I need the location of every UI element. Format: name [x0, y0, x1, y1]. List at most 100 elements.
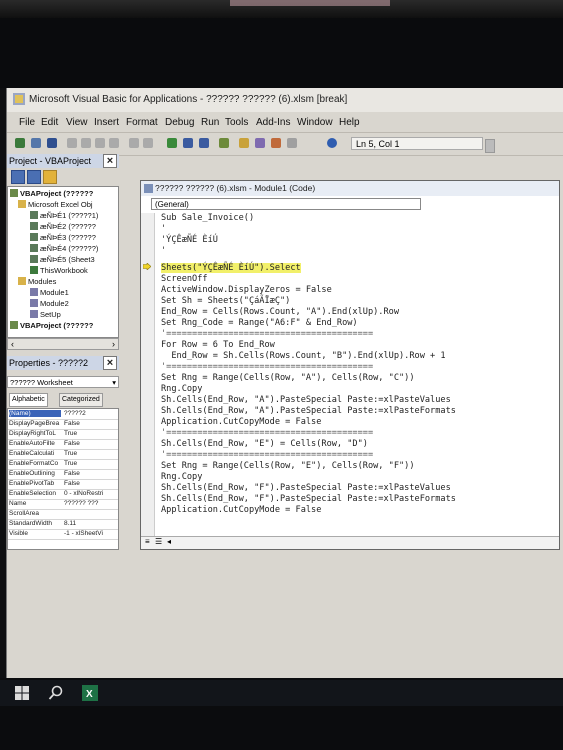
window-title: Microsoft Visual Basic for Applications … [29, 94, 348, 105]
tab-categorized[interactable]: Categorized [59, 393, 103, 407]
toggle-folders-icon[interactable] [43, 170, 57, 184]
properties-grid: (Name) ?????2 DisplayPageBrea False Displa… [7, 408, 119, 550]
standard-toolbar: Ln 5, Col 1 [7, 132, 563, 156]
code-line: Sh.Cells(End_Row, "F").PasteSpecial Past… [161, 494, 456, 504]
view-code-icon[interactable] [11, 170, 25, 184]
execution-arrow-icon [143, 263, 151, 270]
menu-tools[interactable]: Tools [225, 117, 248, 128]
find-icon[interactable] [109, 138, 119, 148]
close-project-explorer-icon[interactable]: × [103, 154, 117, 168]
code-line: Sub Sale_Invoice() [161, 213, 255, 223]
tree-item[interactable]: æÑÞÉ1 (?????1) [30, 211, 98, 220]
menu-view[interactable]: View [66, 117, 88, 128]
code-window-statusbar: ≡ ☰ ◂ [141, 536, 559, 549]
tree-item[interactable]: æÑÞÉ3 (?????? [30, 233, 96, 242]
sheet-icon [30, 233, 38, 241]
procedure-view-icon[interactable]: ≡ [145, 537, 150, 546]
code-window-titlebar[interactable]: ?????? ?????? (6).xlsm - Module1 (Code) [141, 181, 559, 196]
cursor-position: Ln 5, Col 1 [351, 137, 483, 150]
break-icon[interactable] [183, 138, 193, 148]
workbook-icon [30, 266, 38, 274]
cut-icon[interactable] [67, 138, 77, 148]
property-row[interactable]: Visible -1 - xlSheetVi [8, 529, 118, 540]
tree-item[interactable]: Module1 [30, 288, 69, 297]
properties-window-icon[interactable] [255, 138, 265, 148]
paste-icon[interactable] [95, 138, 105, 148]
view-excel-icon[interactable] [15, 138, 25, 148]
run-icon[interactable] [167, 138, 177, 148]
tree-item[interactable]: æÑÞÉ2 (?????? [30, 222, 96, 231]
folder-icon [18, 200, 26, 208]
sheet-icon [30, 244, 38, 252]
sheet-icon [30, 255, 38, 263]
code-line: For Row = 6 To End_Row [161, 340, 275, 350]
search-icon[interactable] [48, 685, 64, 701]
svg-text:X: X [86, 689, 93, 700]
windows-start-icon[interactable] [14, 685, 30, 701]
code-line: Sh.Cells(End_Row, "F").PasteSpecial Past… [161, 483, 451, 493]
menu-debug[interactable]: Debug [165, 117, 194, 128]
help-icon[interactable] [327, 138, 337, 148]
scroll-right-icon[interactable]: › [112, 339, 115, 349]
tree-item[interactable]: ThisWorkbook [30, 266, 88, 275]
tree-item[interactable]: VBAProject (?????? [10, 321, 93, 330]
project-explorer-icon[interactable] [239, 138, 249, 148]
undo-icon[interactable] [129, 138, 139, 148]
vba-editor-window: Microsoft Visual Basic for Applications … [6, 88, 563, 678]
tree-item[interactable]: Microsoft Excel Obj [18, 200, 93, 209]
code-line: End_Row = Sh.Cells(Rows.Count, "B").End(… [161, 351, 446, 361]
code-line: End_Row = Cells(Rows.Count, "A").End(xlU… [161, 307, 399, 317]
design-mode-icon[interactable] [219, 138, 229, 148]
save-icon[interactable] [47, 138, 57, 148]
code-line: Sh.Cells(End_Row, "E") = Cells(Row, "D") [161, 439, 368, 449]
copy-icon[interactable] [81, 138, 91, 148]
close-properties-icon[interactable]: × [103, 356, 117, 370]
monitor-bezel [0, 0, 563, 18]
windows-taskbar: X [0, 680, 563, 706]
tree-item[interactable]: VBAProject (?????? [10, 189, 93, 198]
object-select[interactable]: (General) [151, 198, 421, 210]
tab-alphabetic[interactable]: Alphabetic [9, 393, 48, 407]
menu-run[interactable]: Run [201, 117, 219, 128]
reset-icon[interactable] [199, 138, 209, 148]
insert-module-icon[interactable] [31, 138, 41, 148]
menu-file[interactable]: File [19, 117, 35, 128]
menu-edit[interactable]: Edit [41, 117, 58, 128]
view-object-icon[interactable] [27, 170, 41, 184]
toolbox-icon[interactable] [287, 138, 297, 148]
menu-format[interactable]: Format [126, 117, 158, 128]
tree-item[interactable]: æÑÞÉ5 (Sheet3 [30, 255, 95, 264]
project-tree-scrollbar[interactable]: ‹ › [7, 338, 119, 350]
code-line: '=======================================… [161, 362, 374, 372]
scroll-left-icon[interactable]: ◂ [167, 537, 171, 546]
code-editor[interactable]: Sub Sale_Invoice() ' 'ÝÇÊæÑÉ ÈíÚ ' Sheet… [141, 213, 559, 539]
menu-help[interactable]: Help [339, 117, 360, 128]
bezel-reflection [230, 0, 390, 6]
properties-object-select[interactable]: ?????? Worksheet ▾ [7, 376, 119, 388]
object-browser-icon[interactable] [271, 138, 281, 148]
current-code-line: Sheets("ÝÇÊæÑÉ ÈíÚ").Select [161, 263, 301, 273]
code-line: ScreenOff [161, 274, 208, 284]
menu-add-ins[interactable]: Add-Ins [256, 117, 290, 128]
excel-icon[interactable]: X [82, 685, 98, 701]
menu-bar: File Edit View Insert Format Debug Run T… [7, 114, 563, 132]
tree-item[interactable]: SetUp [30, 310, 61, 319]
module-icon [30, 299, 38, 307]
code-line: Set Rng = Range(Cells(Row, "E"), Cells(R… [161, 461, 415, 471]
code-line: ' [161, 224, 167, 234]
code-line: Sh.Cells(End_Row, "A").PasteSpecial Past… [161, 395, 451, 405]
chevron-down-icon: ▾ [112, 378, 116, 387]
tree-item[interactable]: Module2 [30, 299, 69, 308]
tree-item[interactable]: Modules [18, 277, 56, 286]
toolbar-options-icon[interactable] [485, 139, 495, 153]
title-bar[interactable]: Microsoft Visual Basic for Applications … [7, 88, 563, 112]
redo-icon[interactable] [143, 138, 153, 148]
code-window-title: ?????? ?????? (6).xlsm - Module1 (Code) [155, 183, 316, 193]
menu-window[interactable]: Window [297, 117, 333, 128]
full-module-view-icon[interactable]: ☰ [155, 537, 162, 546]
scroll-left-icon[interactable]: ‹ [11, 339, 14, 349]
module-icon [30, 288, 38, 296]
code-line: Application.CutCopyMode = False [161, 417, 322, 427]
tree-item[interactable]: æÑÞÉ4 (??????) [30, 244, 98, 253]
menu-insert[interactable]: Insert [94, 117, 119, 128]
